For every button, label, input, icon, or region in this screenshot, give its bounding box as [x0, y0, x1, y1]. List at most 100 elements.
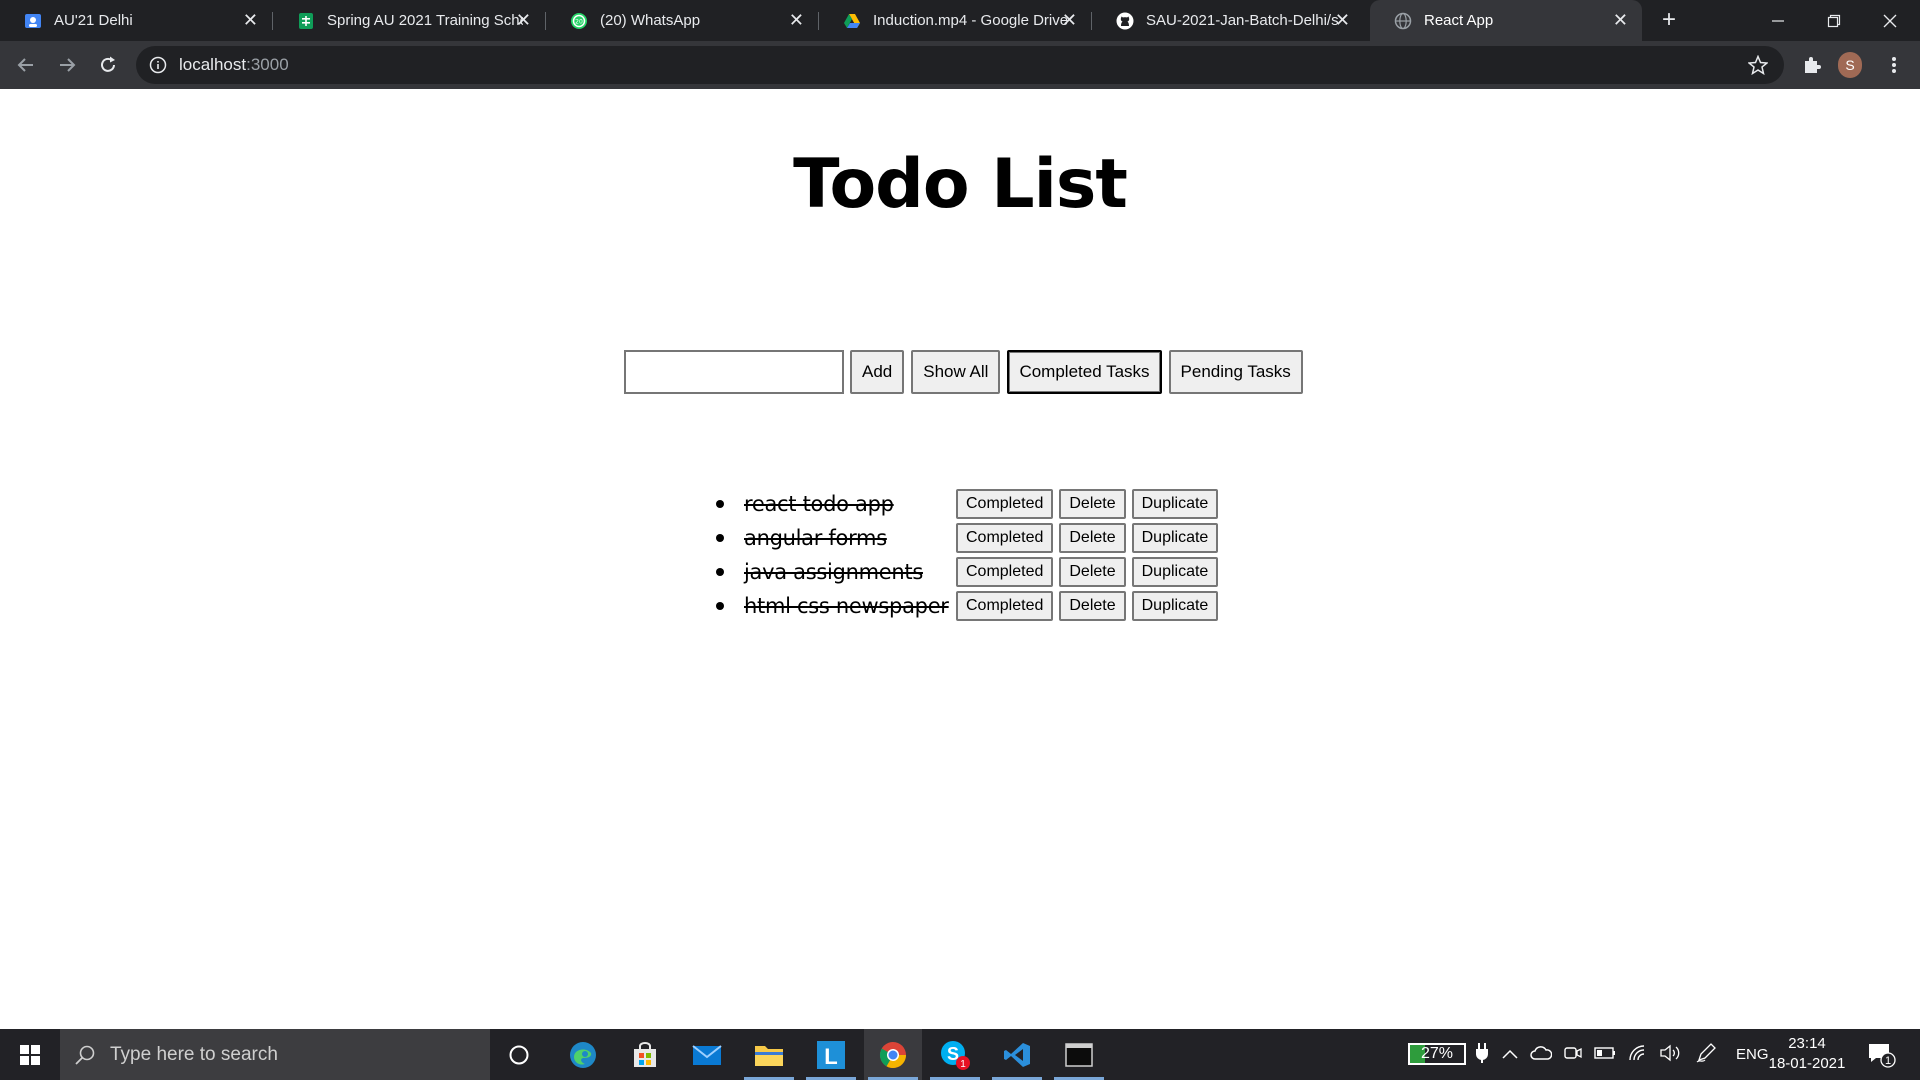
pending-tasks-button[interactable]: Pending Tasks	[1168, 350, 1303, 394]
taskbar-vscode[interactable]	[988, 1029, 1046, 1080]
close-icon[interactable]: ✕	[789, 10, 804, 30]
url-text[interactable]: localhost:3000	[179, 55, 289, 75]
taskbar-clock[interactable]: 23:14 18-01-2021	[1760, 1034, 1854, 1074]
restore-button[interactable]	[1806, 0, 1862, 41]
taskbar-search-box[interactable]: Type here to search	[60, 1029, 490, 1080]
tab-training-schedule[interactable]: Spring AU 2021 Training Schedule ✕	[273, 0, 545, 41]
taskbar-skype[interactable]: S1	[926, 1029, 984, 1080]
tab-au21-delhi[interactable]: AU'21 Delhi ✕	[0, 0, 272, 41]
pen-icon[interactable]	[1696, 1042, 1716, 1067]
duplicate-button[interactable]: Duplicate	[1131, 591, 1219, 621]
chrome-icon	[879, 1041, 907, 1068]
battery-status-icon[interactable]	[1594, 1046, 1616, 1064]
reload-button[interactable]	[94, 51, 122, 79]
globe-icon	[1394, 12, 1412, 30]
completed-tasks-button[interactable]: Completed Tasks	[1007, 350, 1162, 394]
meet-now-icon[interactable]	[1564, 1045, 1582, 1065]
show-all-button[interactable]: Show All	[911, 350, 1001, 394]
add-button[interactable]: Add	[850, 350, 905, 394]
bullet-icon	[716, 568, 724, 576]
list-item: react todo app Completed Delete Duplicat…	[716, 487, 1224, 521]
close-icon[interactable]: ✕	[1062, 10, 1077, 30]
folder-icon	[755, 1045, 783, 1066]
tab-react-app[interactable]: React App ✕	[1370, 0, 1642, 41]
tab-whatsapp[interactable]: 20 (20) WhatsApp ✕	[546, 0, 818, 41]
list-item: java assignments Completed Delete Duplic…	[716, 555, 1224, 589]
completed-button[interactable]: Completed	[956, 557, 1054, 587]
power-plug-icon[interactable]	[1476, 1042, 1488, 1067]
clock-date: 18-01-2021	[1768, 1055, 1846, 1072]
onedrive-icon[interactable]	[1530, 1045, 1553, 1065]
tab-github[interactable]: SAU-2021-Jan-Batch-Delhi/s ✕	[1092, 0, 1364, 41]
delete-button[interactable]: Delete	[1059, 591, 1126, 621]
wifi-icon[interactable]	[1628, 1044, 1648, 1066]
bookmark-star-icon[interactable]	[1748, 55, 1768, 75]
duplicate-button[interactable]: Duplicate	[1131, 557, 1219, 587]
tab-title: Spring AU 2021 Training Schedule	[327, 12, 523, 29]
profile-button[interactable]: S	[1838, 52, 1862, 78]
new-tab-button[interactable]: +	[1656, 7, 1682, 33]
duplicate-button[interactable]: Duplicate	[1131, 489, 1219, 519]
todo-text: react todo app	[744, 492, 894, 516]
duplicate-button[interactable]: Duplicate	[1131, 523, 1219, 553]
taskbar-l-app[interactable]: L	[802, 1029, 860, 1080]
todo-text: angular forms	[744, 526, 887, 550]
todo-list: react todo app Completed Delete Duplicat…	[716, 487, 1224, 623]
tab-title: Induction.mp4 - Google Drive	[873, 12, 1069, 29]
close-icon[interactable]: ✕	[1613, 10, 1628, 30]
skype-icon: S1	[941, 1040, 970, 1070]
close-icon[interactable]: ✕	[516, 10, 531, 30]
taskbar-mail[interactable]	[678, 1029, 736, 1080]
extensions-icon[interactable]	[1800, 53, 1824, 77]
info-icon[interactable]	[149, 56, 167, 74]
taskbar-terminal[interactable]	[1050, 1029, 1108, 1080]
close-icon[interactable]: ✕	[1335, 10, 1350, 30]
taskbar-store[interactable]	[616, 1029, 674, 1080]
search-placeholder: Type here to search	[110, 1043, 278, 1065]
tab-title: AU'21 Delhi	[54, 12, 133, 29]
list-item: html css newspaper Completed Delete Dupl…	[716, 589, 1224, 623]
start-button[interactable]	[0, 1029, 60, 1080]
cortana-button[interactable]	[490, 1029, 548, 1080]
completed-button[interactable]: Completed	[956, 591, 1054, 621]
todo-controls: Add Show All Completed Tasks Pending Tas…	[624, 349, 1310, 395]
restore-icon	[1827, 14, 1841, 27]
forward-button[interactable]	[53, 51, 81, 79]
address-bar[interactable]: localhost:3000	[136, 46, 1784, 84]
completed-button[interactable]: Completed	[956, 489, 1054, 519]
close-icon[interactable]: ✕	[243, 10, 258, 30]
tab-title: (20) WhatsApp	[600, 12, 701, 29]
avatar: S	[1838, 52, 1862, 78]
taskbar-chrome[interactable]	[864, 1029, 922, 1080]
menu-icon[interactable]	[1882, 53, 1906, 77]
clock-time: 23:14	[1788, 1035, 1826, 1052]
bullet-icon	[716, 534, 724, 542]
delete-button[interactable]: Delete	[1059, 557, 1126, 587]
completed-button[interactable]: Completed	[956, 523, 1054, 553]
todo-input[interactable]	[624, 350, 844, 394]
back-button[interactable]	[12, 51, 40, 79]
volume-icon[interactable]	[1660, 1044, 1682, 1066]
notification-count: 1	[1885, 1055, 1891, 1067]
tab-title: React App	[1424, 12, 1494, 29]
delete-button[interactable]: Delete	[1059, 523, 1126, 553]
arrow-right-icon	[60, 58, 76, 72]
taskbar-edge[interactable]	[554, 1029, 612, 1080]
url-host: localhost	[179, 55, 247, 74]
chevron-up-icon[interactable]	[1502, 1046, 1518, 1063]
minimize-button[interactable]	[1750, 0, 1806, 41]
taskbar-file-explorer[interactable]	[740, 1029, 798, 1080]
todo-text: html css newspaper	[744, 594, 949, 618]
edge-icon	[570, 1041, 596, 1068]
battery-indicator[interactable]: 27%	[1408, 1043, 1466, 1065]
tab-google-drive[interactable]: Induction.mp4 - Google Drive ✕	[819, 0, 1091, 41]
close-window-button[interactable]	[1862, 0, 1918, 41]
terminal-icon	[1065, 1042, 1093, 1067]
page-content: Todo List Add Show All Completed Tasks P…	[0, 89, 1920, 1029]
svg-text:L: L	[824, 1044, 837, 1069]
action-center-button[interactable]: 1	[1866, 1039, 1896, 1069]
drive-icon	[843, 12, 861, 30]
list-item: angular forms Completed Delete Duplicate	[716, 521, 1224, 555]
windows-logo-icon	[20, 1044, 40, 1065]
delete-button[interactable]: Delete	[1059, 489, 1126, 519]
